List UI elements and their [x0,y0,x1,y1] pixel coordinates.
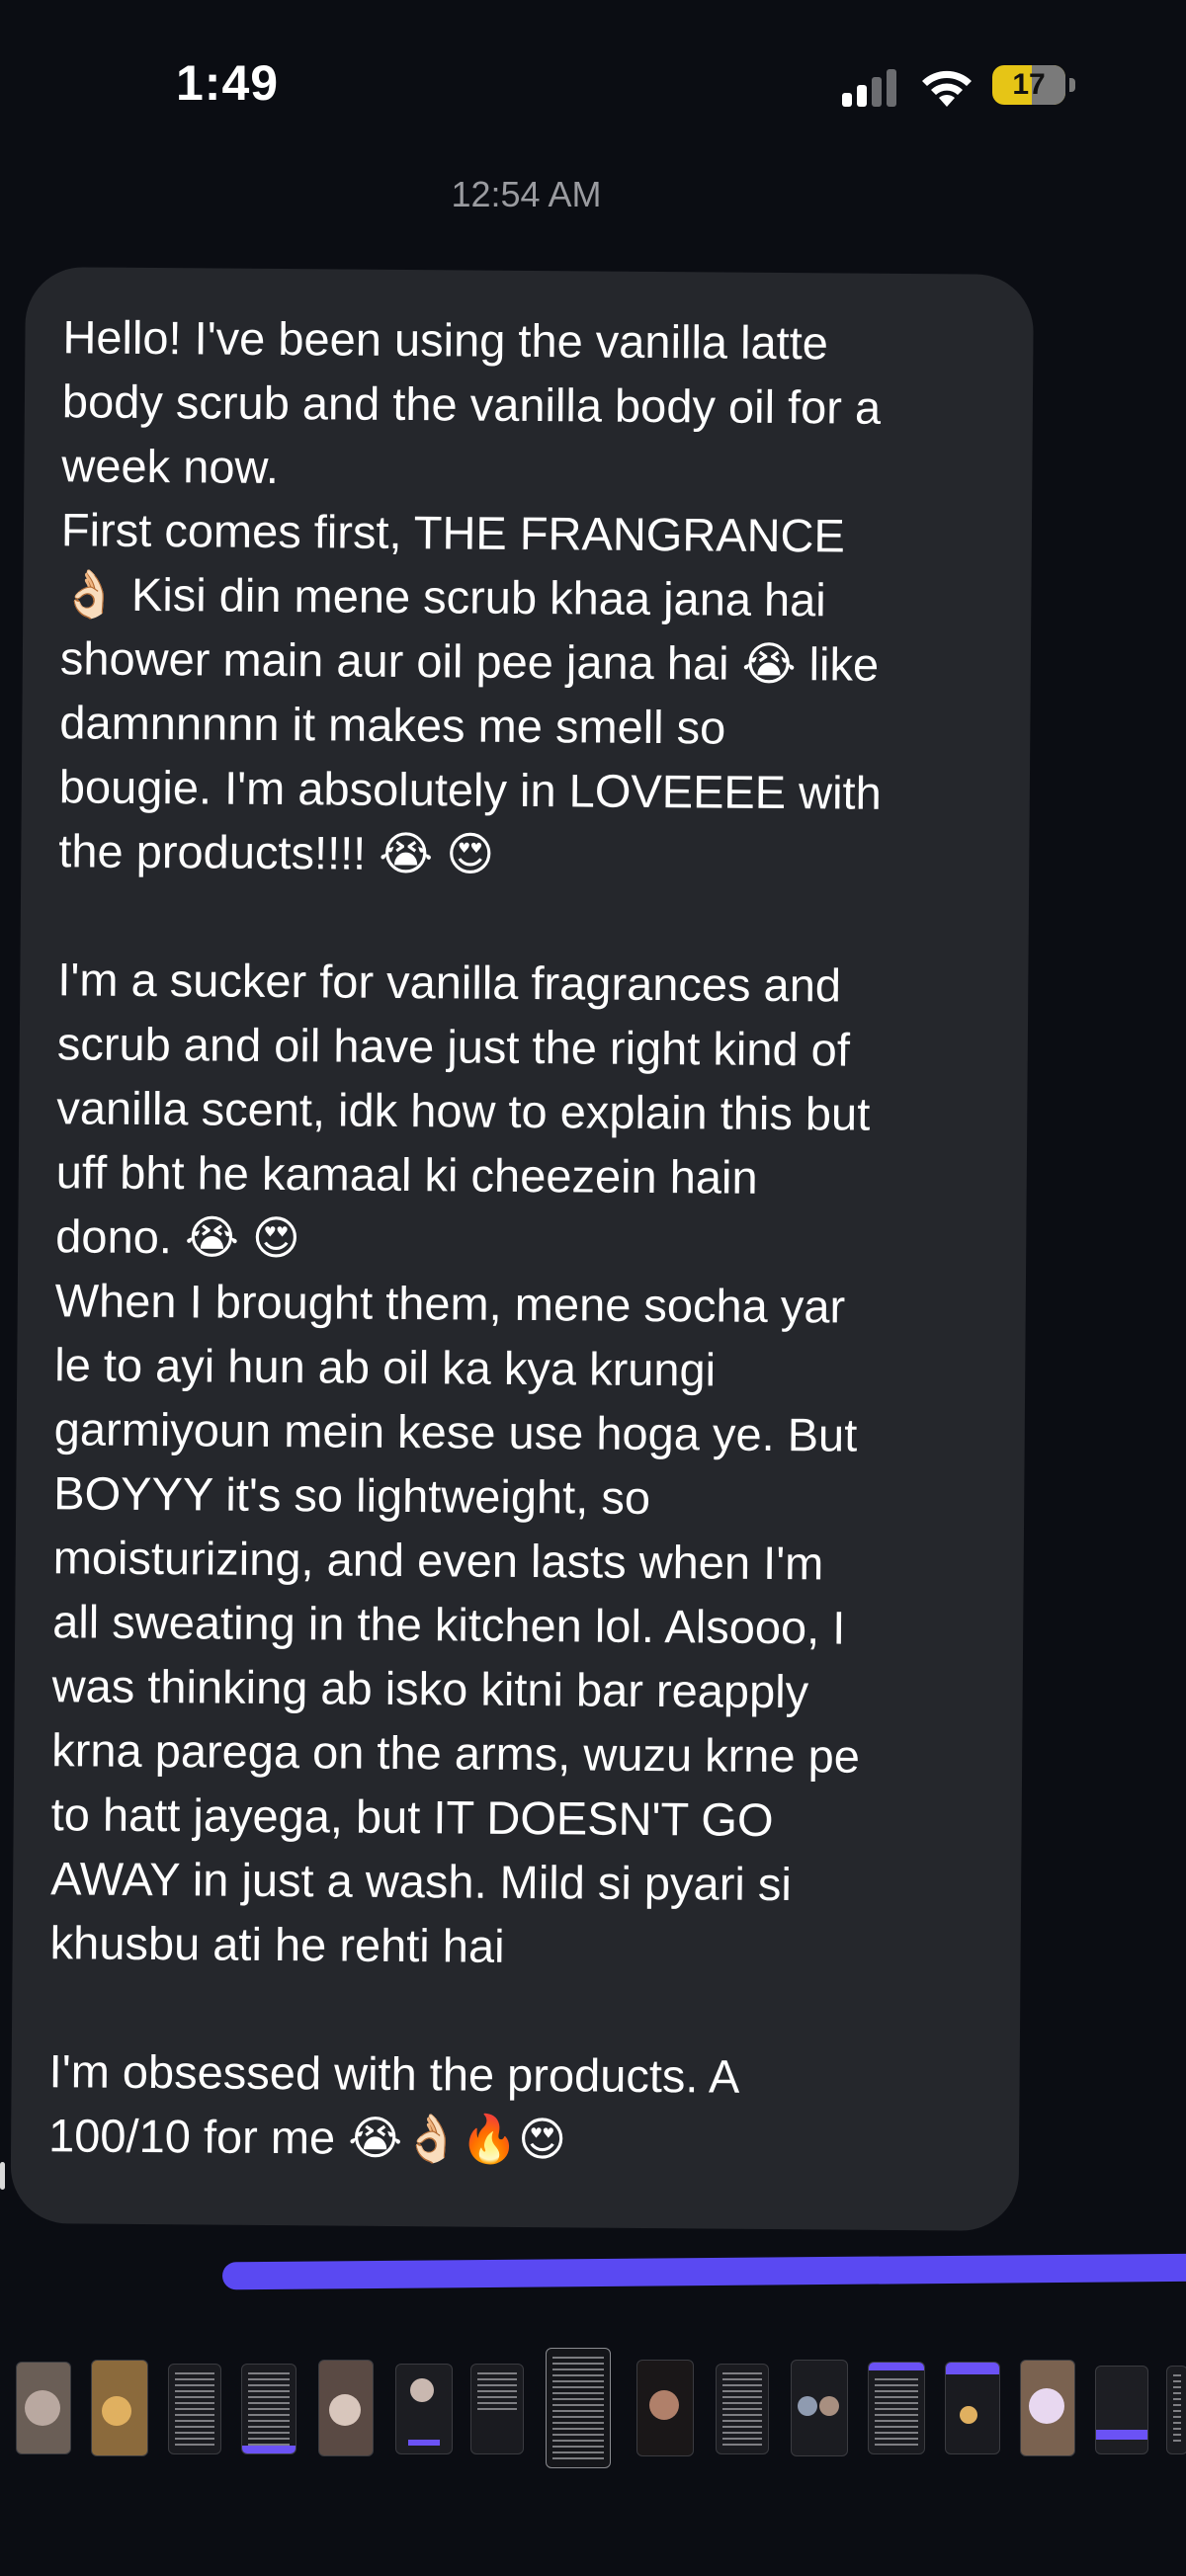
status-time: 1:49 [176,55,280,111]
thumbnail[interactable] [1166,2366,1186,2454]
thumbnail[interactable] [241,2364,296,2454]
thumbnail[interactable] [168,2364,221,2454]
thumbnail[interactable] [945,2362,1000,2454]
message-bubble[interactable]: Hello! I've been using the vanilla latte… [10,267,1034,2231]
message-timestamp: 12:54 AM [451,174,602,214]
cellular-signal-icon [842,69,896,107]
thumbnail[interactable] [716,2364,769,2454]
thumbnail-selected[interactable] [546,2348,611,2468]
thumbnail[interactable] [1095,2366,1148,2454]
thumbnail[interactable] [91,2360,148,2456]
message-text: Hello! I've been using the vanilla latte… [47,310,882,2166]
status-bar: 1:49 17 [0,0,1186,173]
thumbnail[interactable] [636,2360,694,2456]
battery-icon: 17 [992,65,1077,107]
wifi-icon [922,70,972,107]
thumbnail[interactable] [791,2360,848,2456]
battery-level: 17 [1012,68,1046,101]
thumbnail[interactable] [1020,2360,1075,2456]
thumbnail[interactable] [395,2364,453,2454]
scroll-edge-indicator [0,2162,5,2190]
sent-message-bubble-edge[interactable] [221,2253,1186,2290]
battery-body: 17 [992,65,1065,105]
thumbnail[interactable] [868,2362,925,2454]
bottom-safe-area [0,2490,1186,2576]
battery-cap [1069,78,1075,92]
thumbnail-strip[interactable] [0,2342,1186,2480]
thumbnail[interactable] [16,2362,71,2454]
thumbnail[interactable] [470,2364,524,2454]
thumbnail[interactable] [318,2360,374,2456]
